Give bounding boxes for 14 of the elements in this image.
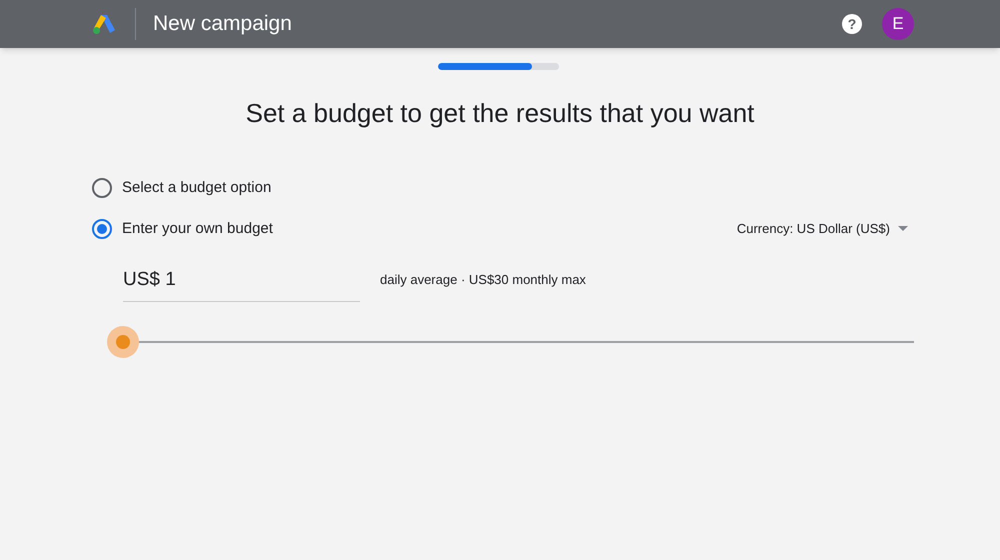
- page-heading: Set a budget to get the results that you want: [246, 97, 754, 130]
- avatar[interactable]: E: [882, 8, 914, 40]
- budget-field[interactable]: US$ 1: [123, 266, 360, 302]
- currency-dropdown[interactable]: Currency: US Dollar (US$): [736, 219, 908, 238]
- radio-button[interactable]: [92, 178, 112, 198]
- budget-note: daily average · US$30 monthly max: [380, 271, 586, 289]
- slider-thumb[interactable]: [107, 326, 139, 358]
- radio-button[interactable]: [92, 218, 112, 239]
- option-label[interactable]: Select a budget option: [122, 177, 272, 200]
- option-label[interactable]: Enter your own budget: [122, 218, 273, 240]
- logo-icon: [92, 13, 116, 35]
- help-icon[interactable]: ?: [842, 14, 862, 34]
- caret-icon: [898, 226, 908, 232]
- page-title: New campaign: [153, 11, 292, 38]
